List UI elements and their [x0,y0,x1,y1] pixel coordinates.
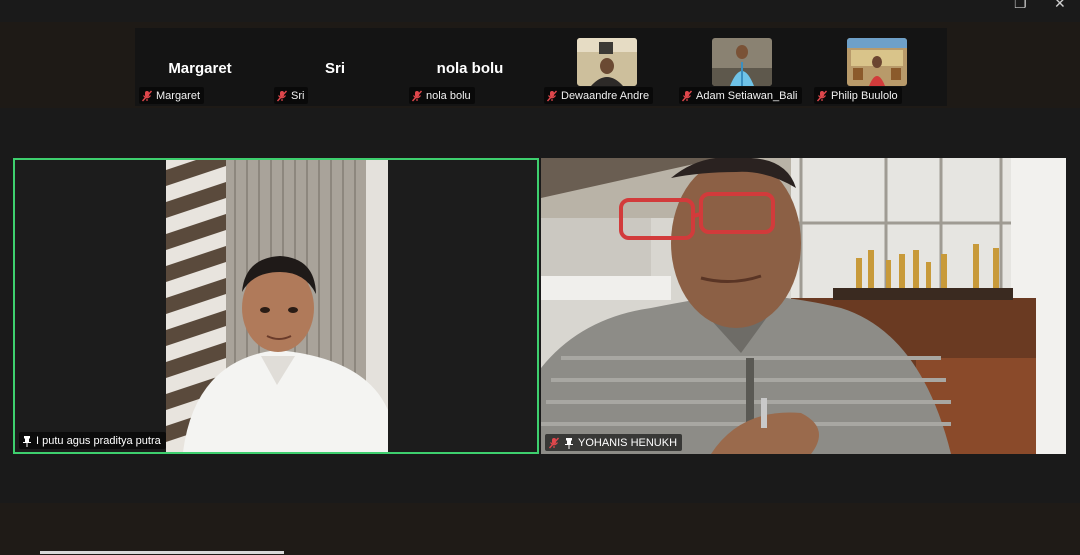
participant-tile-adam-setiawan[interactable]: Adam Setiawan_Bali [677,30,803,106]
mic-off-icon [816,90,828,101]
participant-tile-margaret[interactable]: Margaret Margaret [137,30,263,106]
bottom-toolbar-area [0,503,1080,555]
participant-label: Sri [274,87,309,104]
participant-label-text: Adam Setiawan_Bali [696,89,798,102]
participant-tile-dewaandre-andre[interactable]: Dewaandre Andre [542,30,668,106]
participant-video [847,38,907,86]
video-tile-yohanis-henukh[interactable]: YOHANIS HENUKH [541,158,1066,454]
participant-tile-philip-buulolo[interactable]: Philip Buulolo [812,30,938,106]
participant-display-name: Margaret [168,60,232,77]
participant-video [541,158,1066,454]
participant-video [712,38,772,86]
close-window-icon[interactable]: ✕ [1054,0,1066,12]
mic-off-icon [411,90,423,101]
participant-label: Philip Buulolo [814,87,902,104]
participant-label-text: Sri [291,89,305,102]
participant-label-text: Margaret [156,89,201,102]
participant-tile-nola-bolu[interactable]: nola bolu nola bolu [407,30,533,106]
participant-name-text: I putu agus praditya putra [36,434,161,447]
participant-label: Dewaandre Andre [544,87,654,104]
mic-off-icon [681,90,693,101]
participant-tile-sri[interactable]: Sri Sri [272,30,398,106]
video-tile-praditya[interactable]: I putu agus praditya putra [13,158,539,454]
mic-off-icon [546,90,558,101]
participant-label-text: Philip Buulolo [831,89,898,102]
participant-display-name: nola bolu [436,60,504,77]
mic-off-icon [276,90,288,101]
window-title-strip [0,0,1080,22]
participant-name-label: I putu agus praditya putra [19,432,166,449]
participant-label-text: Dewaandre Andre [561,89,650,102]
participant-display-name: Sri [324,60,345,77]
participant-label: Margaret [139,87,205,104]
participant-name-label: YOHANIS HENUKH [545,434,683,451]
scroll-indicator[interactable] [40,551,284,554]
pin-icon [23,435,31,447]
participant-label-text: nola bolu [426,89,471,102]
participant-video [15,160,537,452]
pin-icon [565,437,573,449]
mic-off-icon [548,437,560,448]
participant-label: nola bolu [409,87,475,104]
participant-video [577,38,637,86]
participant-label: Adam Setiawan_Bali [679,87,802,104]
participant-name-text: YOHANIS HENUKH [578,436,678,449]
mic-off-icon [141,90,153,101]
restore-window-icon[interactable]: ❐ [1014,0,1027,12]
